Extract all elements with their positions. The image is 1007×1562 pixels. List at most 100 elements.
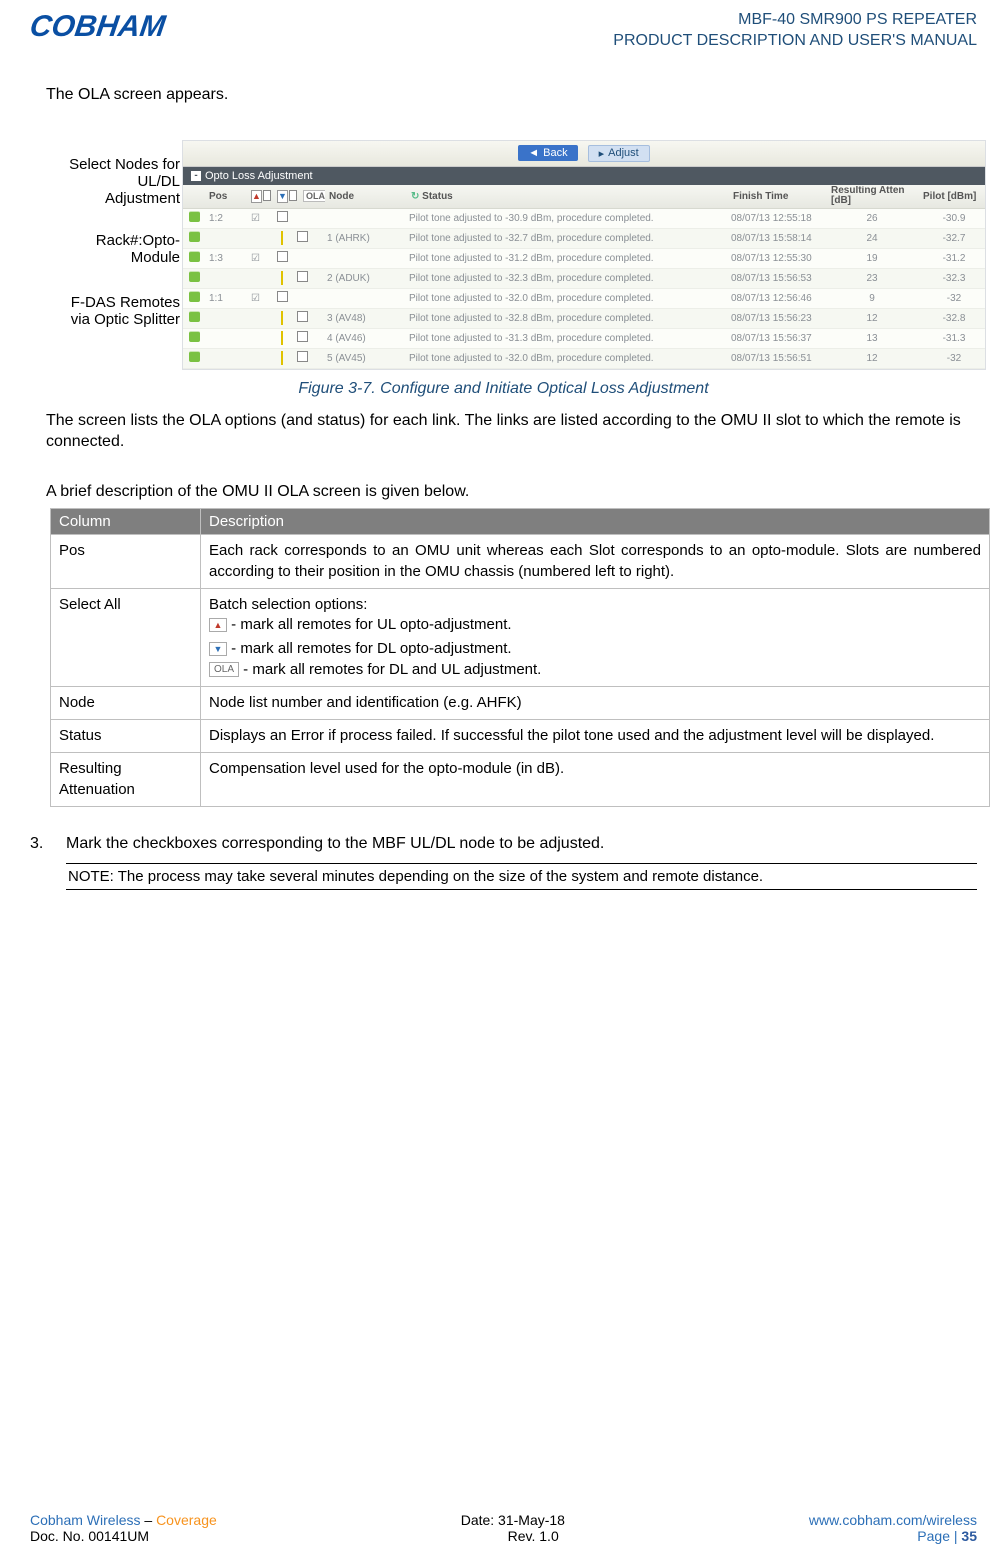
cell-atten: 26 [827,213,917,224]
screenshot: ◄ Back ▸ Adjust - Opto Loss Adjustment P… [182,140,986,370]
table-row[interactable]: 3 (AV48)Pilot tone adjusted to -32.8 dBm… [183,309,985,329]
td-status: Status [51,720,201,753]
cell-tree [275,211,323,225]
step-number: 3. [30,835,50,853]
table-header: Pos OLA Node ↻ Status Finish Time Result… [183,185,985,209]
panel-header[interactable]: - Opto Loss Adjustment [183,167,985,185]
table-row[interactable]: 1 (AHRK)Pilot tone adjusted to -32.7 dBm… [183,229,985,249]
footer-rev: Rev. 1.0 [508,1528,559,1544]
cell-pos: 1:2 [207,213,247,224]
cell-chk[interactable]: ☑ [249,293,273,304]
td-sa-ola: - mark all remotes for DL and UL adjustm… [239,661,541,678]
select-all-ul-icon[interactable] [251,190,262,203]
cell-status: Pilot tone adjusted to -32.3 dBm, proced… [407,273,727,284]
cell-atten: 12 [827,353,917,364]
cell-pos: 1:1 [207,293,247,304]
row-checkbox[interactable] [297,331,308,342]
td-pos: Pos [51,535,201,589]
cell-finish: 08/07/13 15:56:23 [729,313,825,324]
row-checkbox[interactable] [297,231,308,242]
back-label: Back [543,147,567,159]
status-led-icon [189,331,200,342]
table-row[interactable]: 1:1☑Pilot tone adjusted to -32.0 dBm, pr… [183,289,985,309]
annotation-3-line1: F-DAS Remotes [71,294,180,311]
cell-pilot: -32 [919,293,989,304]
row-checkbox[interactable] [297,311,308,322]
cell-pilot: -32.7 [919,233,989,244]
collapse-icon[interactable]: - [191,171,201,181]
cell-node: 3 (AV48) [325,313,405,324]
dl-mark-icon [209,642,227,656]
cell-finish: 08/07/13 15:56:51 [729,353,825,364]
col-pos[interactable]: Pos [207,191,247,202]
ola-badge[interactable]: OLA [303,190,325,202]
cell-status: Pilot tone adjusted to -30.9 dBm, proced… [407,213,727,224]
cell-chk[interactable]: ☑ [249,213,273,224]
th-column: Column [51,509,201,535]
description-table: Column Description Pos Each rack corresp… [50,508,990,807]
col-node[interactable]: Node [327,191,407,202]
back-button[interactable]: ◄ Back [518,145,577,161]
ola-mark-icon: OLA [209,662,239,678]
cell-pilot: -31.3 [919,333,989,344]
cell-tree [275,311,323,325]
cell-node: 1 (AHRK) [325,233,405,244]
cell-tree [275,351,323,365]
td-sa-up: - mark all remotes for UL opto-adjustmen… [227,616,512,633]
cell-tree [275,331,323,345]
annotation-1-line3: Adjustment [69,190,180,207]
cell-tree [275,271,323,285]
select-all-ul-checkbox[interactable] [263,190,271,201]
annotation-2-line1: Rack#:Opto- [96,232,180,249]
footer-url[interactable]: www.cobham.com/wireless [809,1512,977,1528]
row-checkbox[interactable] [277,291,288,302]
para-1: The screen lists the OLA options (and st… [30,410,977,453]
cell-status: Pilot tone adjusted to -31.2 dBm, proced… [407,253,727,264]
status-led-icon [189,271,200,282]
td-selectall: Select All [51,588,201,686]
select-all-dl-checkbox[interactable] [289,190,297,201]
footer-dash: – [140,1512,156,1528]
doc-title-line2: PRODUCT DESCRIPTION AND USER'S MANUAL [613,31,977,52]
cell-chk[interactable]: ☑ [249,253,273,264]
status-led-icon [189,311,200,322]
th-description: Description [201,509,990,535]
table-row[interactable]: 4 (AV46)Pilot tone adjusted to -31.3 dBm… [183,329,985,349]
table-row[interactable]: 1:2☑ Pilot tone adjusted to -30.9 dBm, pr… [183,209,985,229]
panel-title: Opto Loss Adjustment [205,170,313,182]
cell-pilot: -31.2 [919,253,989,264]
para-2: A brief description of the OMU II OLA sc… [30,481,977,503]
td-node-desc: Node list number and identification (e.g… [201,686,990,719]
status-led-icon [189,351,200,362]
td-sa-dn: - mark all remotes for DL opto-adjustmen… [227,640,512,657]
cell-tree [275,251,323,265]
cell-atten: 12 [827,313,917,324]
row-checkbox[interactable] [297,271,308,282]
cell-finish: 08/07/13 12:56:46 [729,293,825,304]
cell-finish: 08/07/13 15:56:53 [729,273,825,284]
row-checkbox[interactable] [277,251,288,262]
adjust-button[interactable]: ▸ Adjust [588,145,650,162]
td-pos-desc: Each rack corresponds to an OMU unit whe… [201,535,990,589]
status-refresh-icon[interactable]: ↻ [411,191,419,202]
annotation-3-line2: via Optic Splitter [71,311,180,328]
ul-mark-icon [209,618,227,632]
col-pilot[interactable]: Pilot [dBm] [921,191,991,202]
select-all-dl-icon[interactable] [277,190,288,203]
table-row[interactable]: 2 (ADUK)Pilot tone adjusted to -32.3 dBm… [183,269,985,289]
annotation-1-line1: Select Nodes for [69,156,180,173]
col-finish[interactable]: Finish Time [731,191,827,202]
cell-finish: 08/07/13 15:58:14 [729,233,825,244]
cell-pos: 1:3 [207,253,247,264]
row-checkbox[interactable] [297,351,308,362]
arrow-left-icon: ◄ [528,147,539,159]
table-row[interactable]: 1:3☑ Pilot tone adjusted to -31.2 dBm, pr… [183,249,985,269]
td-resatten: Resulting Attenuation [51,753,201,807]
cell-node: 2 (ADUK) [325,273,405,284]
table-row[interactable]: 5 (AV45)Pilot tone adjusted to -32.0 dBm… [183,349,985,369]
footer-page-label: Page | [917,1528,961,1544]
col-status[interactable]: Status [422,191,453,202]
row-checkbox[interactable] [277,211,288,222]
annotation-2-line2: Module [96,249,180,266]
col-atten[interactable]: Resulting Atten [dB] [829,186,919,206]
